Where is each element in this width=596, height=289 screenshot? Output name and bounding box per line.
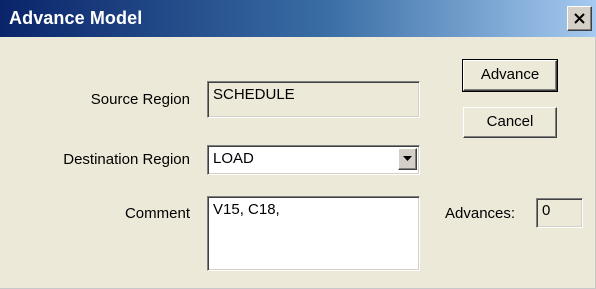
advances-value: 0	[542, 202, 551, 219]
destination-region-value: LOAD	[213, 150, 254, 167]
destination-region-select[interactable]: LOAD	[207, 145, 420, 175]
close-icon	[574, 13, 585, 24]
advance-button[interactable]: Advance	[462, 59, 558, 92]
comment-textarea[interactable]	[207, 196, 420, 271]
source-region-field: SCHEDULE	[207, 81, 420, 118]
comment-label: Comment	[124, 205, 190, 222]
source-region-value: SCHEDULE	[213, 86, 295, 103]
advances-field: 0	[536, 198, 583, 228]
title-bar[interactable]: Advance Model	[0, 0, 596, 37]
destination-region-label: Destination Region	[63, 151, 190, 168]
window-title: Advance Model	[9, 8, 143, 28]
chevron-down-icon	[403, 156, 412, 161]
advances-label: Advances:	[445, 205, 516, 222]
destination-region-dropdown-button[interactable]	[398, 148, 417, 170]
cancel-button[interactable]: Cancel	[463, 107, 557, 138]
source-region-label: Source Region	[90, 91, 190, 108]
close-button[interactable]	[567, 6, 592, 31]
advance-model-dialog: Advance Model Source Region SCHEDULE Des…	[0, 0, 596, 289]
